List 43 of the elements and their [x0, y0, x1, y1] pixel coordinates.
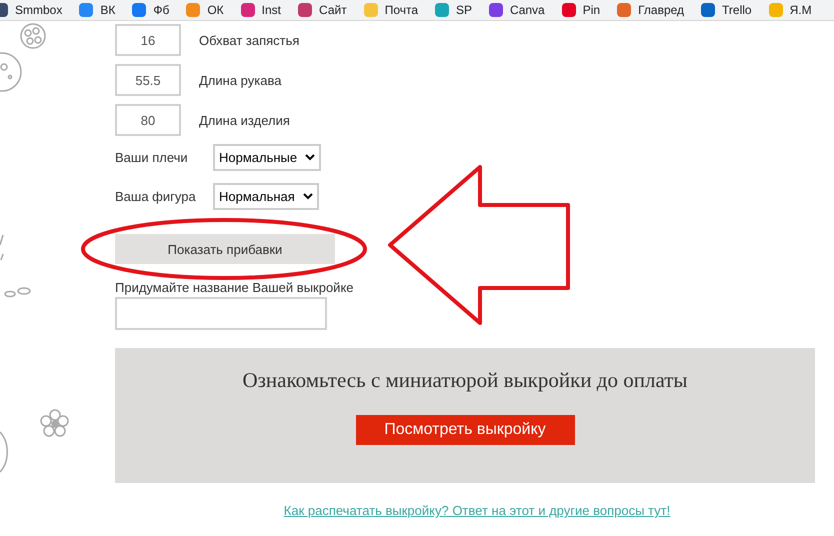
bookmark[interactable]: Сайт	[298, 3, 347, 17]
bookmark-icon	[364, 3, 378, 17]
bookmark-icon	[617, 3, 632, 17]
option-label: Ваша фигура	[115, 189, 197, 204]
bookmark[interactable]: Фб	[132, 3, 170, 17]
measurement-field[interactable]: 16	[115, 24, 181, 56]
show-allowances-button[interactable]: Показать прибавки	[115, 234, 335, 264]
view-pattern-button[interactable]: Посмотреть выкройку	[356, 415, 574, 445]
bookmark[interactable]: Главред	[617, 3, 684, 17]
dropdown[interactable]: Нормальные	[213, 144, 322, 171]
bookmark[interactable]: Trello	[701, 3, 752, 17]
bookmark[interactable]: Я.М	[768, 3, 812, 17]
measurement-label: Длина рукава	[199, 72, 282, 88]
bookmark[interactable]: ОК	[186, 3, 224, 17]
bookmark-icon	[298, 3, 312, 17]
option-label: Ваши плечи	[115, 150, 189, 165]
bookmark-icon	[186, 3, 200, 17]
bookmark-icon	[768, 3, 783, 17]
bookmark-icon	[435, 3, 450, 17]
bookmark[interactable]: ВК	[79, 3, 116, 17]
bookmark[interactable]: Canva	[489, 3, 545, 17]
field-label: Придумайте название Вашей выкройке	[115, 280, 355, 295]
bookmark-icon	[240, 3, 255, 17]
measurement-field[interactable]: 80	[115, 104, 181, 136]
measurement-field[interactable]: 55.5	[115, 64, 181, 96]
bookmark-icon	[79, 3, 94, 17]
dropdown[interactable]: Нормальная	[213, 183, 319, 210]
measurement-label: Обхват запястья	[199, 32, 300, 48]
bookmark[interactable]: Pin	[562, 3, 600, 17]
flower-icon	[40, 409, 69, 437]
pattern-name-field[interactable]	[115, 297, 327, 330]
preview-title: Ознакомьтесь с миниатюрой выкройки до оплаты	[242, 368, 688, 393]
chevron-icon	[302, 193, 313, 200]
bookmark[interactable]: Inst	[240, 3, 282, 17]
bookmark[interactable]: Почта	[364, 3, 418, 17]
bookmark-icon	[701, 3, 716, 17]
bookmark-icon	[489, 3, 504, 17]
measurement-label: Длина изделия	[199, 112, 290, 128]
bookmark[interactable]: Smmbox	[0, 3, 62, 17]
bookmark-icon	[562, 3, 576, 17]
bookmark-icon	[132, 3, 146, 17]
chevron-icon	[305, 154, 316, 161]
bookmark[interactable]: SP	[435, 3, 472, 17]
